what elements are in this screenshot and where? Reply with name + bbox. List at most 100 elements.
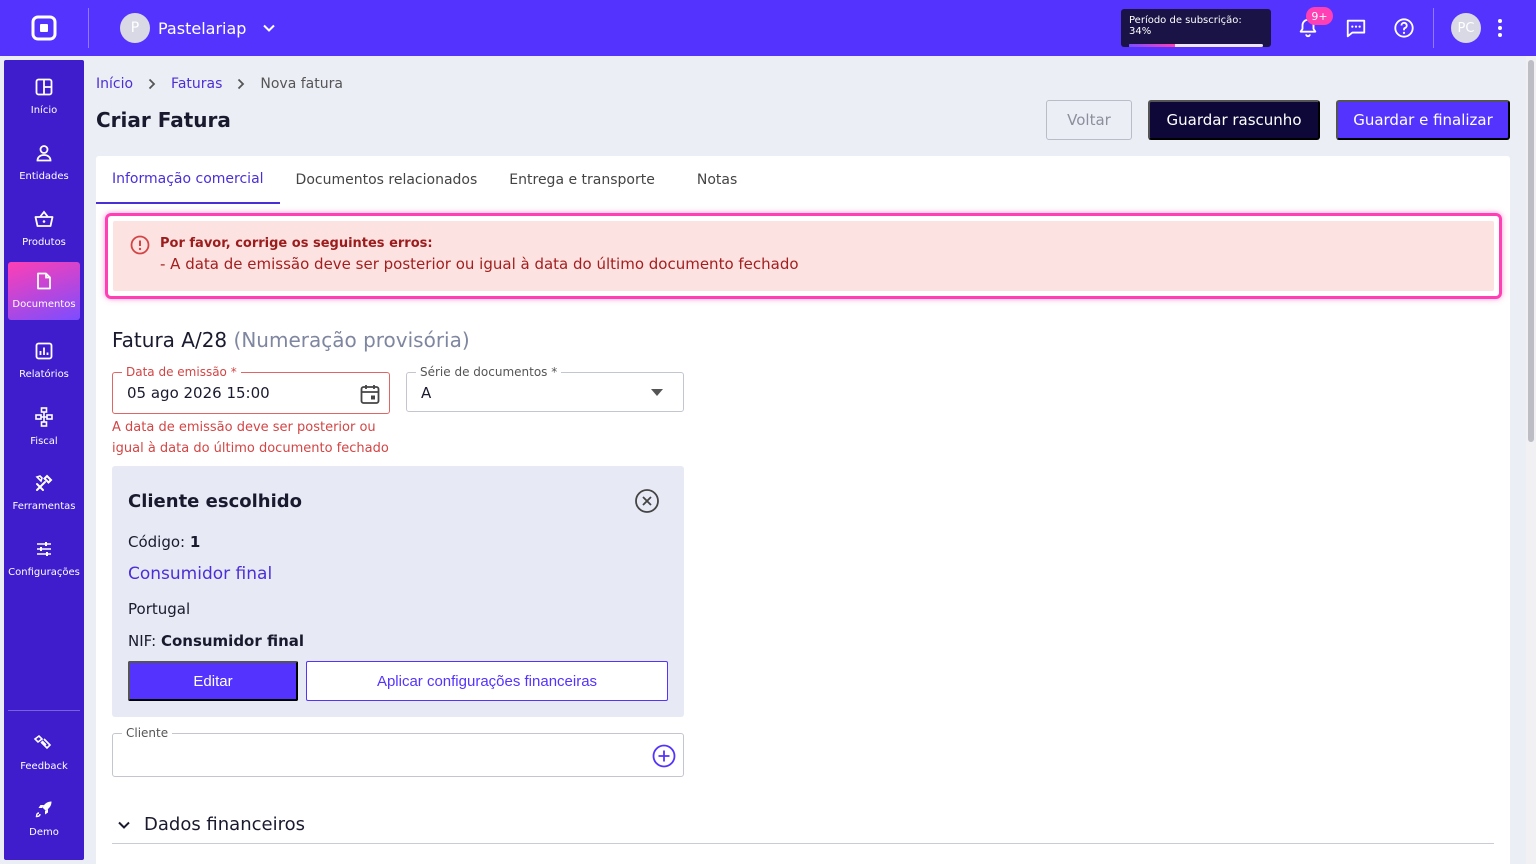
chevron-right-icon bbox=[236, 78, 246, 90]
subscription-period[interactable]: Período de subscrição: 34% bbox=[1121, 9, 1271, 47]
sidebar-item-label: Entidades bbox=[19, 171, 69, 182]
sidebar: Início Entidades Produtos Documentos Rel… bbox=[4, 60, 84, 860]
client-nif: NIF: Consumidor final bbox=[128, 632, 304, 650]
sidebar-divider bbox=[8, 710, 80, 711]
form-tabs: Informação comercial Documentos relacion… bbox=[96, 156, 753, 204]
chevron-right-icon bbox=[147, 78, 157, 90]
save-draft-button[interactable]: Guardar rascunho bbox=[1148, 100, 1320, 140]
client-name-link[interactable]: Consumidor final bbox=[128, 564, 272, 584]
error-alert-highlight: Por favor, corrige os seguintes erros: -… bbox=[105, 213, 1502, 299]
issue-date-error: A data de emissão deve ser posterior ou … bbox=[112, 420, 389, 456]
sidebar-item-relatorios[interactable]: Relatórios bbox=[8, 332, 80, 390]
breadcrumb-current: Nova fatura bbox=[260, 76, 343, 92]
feedback-icon bbox=[33, 734, 55, 755]
basket-icon bbox=[34, 210, 54, 231]
issue-date-value: 05 ago 2026 15:00 bbox=[127, 384, 270, 402]
selected-client-title: Cliente escolhido bbox=[128, 491, 303, 512]
page-scrollbar-thumb[interactable] bbox=[1528, 60, 1534, 442]
add-circle-icon[interactable] bbox=[652, 744, 676, 768]
client-field-label: Cliente bbox=[122, 726, 173, 740]
help-icon[interactable] bbox=[1390, 14, 1418, 42]
topbar-divider bbox=[88, 8, 89, 48]
sidebar-item-demo[interactable]: Demo bbox=[8, 790, 80, 848]
sidebar-item-label: Configurações bbox=[8, 567, 80, 578]
client-search-input[interactable]: Cliente bbox=[112, 726, 684, 777]
hierarchy-icon bbox=[35, 407, 53, 430]
sidebar-item-entidades[interactable]: Entidades bbox=[8, 134, 80, 192]
save-finalize-button[interactable]: Guardar e finalizar bbox=[1336, 100, 1510, 140]
sidebar-item-label: Relatórios bbox=[19, 369, 69, 380]
company-name: Pastelariap bbox=[158, 18, 247, 38]
apply-financial-settings-button[interactable]: Aplicar configurações financeiras bbox=[306, 661, 668, 701]
breadcrumb: Início Faturas Nova fatura bbox=[96, 76, 343, 92]
sidebar-item-label: Documentos bbox=[12, 299, 76, 310]
chart-icon bbox=[35, 342, 53, 363]
breadcrumb-home-link[interactable]: Início bbox=[96, 76, 133, 92]
sidebar-item-label: Início bbox=[30, 105, 58, 116]
page-title: Criar Fatura bbox=[96, 108, 231, 132]
client-nif-label: NIF: bbox=[128, 632, 157, 650]
sidebar-item-label: Produtos bbox=[22, 237, 66, 248]
client-code-label: Código: bbox=[128, 533, 186, 551]
topbar-divider bbox=[1433, 8, 1434, 48]
financial-data-section[interactable]: Dados financeiros bbox=[112, 806, 1494, 844]
document-series-label: Série de documentos * bbox=[416, 365, 562, 379]
grid-icon bbox=[35, 78, 53, 99]
tab-informacao-comercial[interactable]: Informação comercial bbox=[96, 156, 280, 204]
subscription-label: Período de subscrição: 34% bbox=[1129, 15, 1242, 37]
financial-data-title: Dados financeiros bbox=[144, 814, 305, 835]
notifications-badge: 9+ bbox=[1306, 7, 1333, 25]
tab-notas[interactable]: Notas bbox=[671, 156, 753, 204]
error-alert-message: - A data de emissão deve ser posterior o… bbox=[160, 255, 799, 273]
edit-client-button[interactable]: Editar bbox=[128, 661, 298, 701]
tab-entrega-transporte[interactable]: Entrega e transporte bbox=[493, 156, 671, 204]
sidebar-item-label: Fiscal bbox=[30, 436, 58, 447]
person-icon bbox=[35, 144, 53, 165]
app-logo-icon[interactable] bbox=[30, 14, 58, 42]
client-code-value: 1 bbox=[189, 533, 201, 551]
chevron-down-icon bbox=[116, 817, 132, 833]
company-avatar: P bbox=[120, 13, 150, 43]
breadcrumb-faturas-link[interactable]: Faturas bbox=[171, 76, 222, 92]
sliders-icon bbox=[35, 540, 53, 561]
company-selector[interactable]: P Pastelariap bbox=[120, 13, 276, 43]
top-bar: P Pastelariap Período de subscrição: 34%… bbox=[0, 0, 1536, 56]
more-vertical-icon[interactable] bbox=[1486, 14, 1514, 42]
chat-icon[interactable] bbox=[1342, 14, 1370, 42]
document-series-value: A bbox=[421, 384, 432, 402]
error-alert: Por favor, corrige os seguintes erros: -… bbox=[113, 221, 1494, 291]
document-provisional-note: (Numeração provisória) bbox=[233, 328, 470, 352]
tab-documentos-relacionados[interactable]: Documentos relacionados bbox=[280, 156, 494, 204]
close-circle-icon[interactable] bbox=[634, 488, 660, 514]
sidebar-item-configuracoes[interactable]: Configurações bbox=[8, 530, 80, 588]
client-nif-value: Consumidor final bbox=[160, 632, 305, 650]
selected-client-panel: Cliente escolhido Código: 1 Consumidor f… bbox=[112, 466, 684, 717]
sidebar-item-inicio[interactable]: Início bbox=[8, 68, 80, 126]
document-number: Fatura A/28 bbox=[112, 328, 228, 352]
calendar-icon[interactable] bbox=[359, 383, 381, 405]
back-button[interactable]: Voltar bbox=[1046, 100, 1132, 140]
sidebar-item-feedback[interactable]: Feedback bbox=[8, 724, 80, 782]
sidebar-item-label: Ferramentas bbox=[12, 501, 76, 512]
sidebar-item-documentos[interactable]: Documentos bbox=[8, 262, 80, 320]
sidebar-item-fiscal[interactable]: Fiscal bbox=[8, 398, 80, 456]
document-title: Fatura A/28 (Numeração provisória) bbox=[112, 328, 470, 352]
sidebar-item-label: Feedback bbox=[20, 761, 68, 772]
dropdown-arrow-icon bbox=[651, 389, 663, 396]
subscription-progress-fill bbox=[1129, 44, 1175, 47]
document-series-select[interactable]: Série de documentos * A bbox=[406, 365, 684, 412]
issue-date-label: Data de emissão * bbox=[122, 365, 241, 379]
sidebar-item-label: Demo bbox=[29, 827, 59, 838]
error-icon bbox=[130, 235, 150, 255]
document-icon bbox=[36, 272, 52, 293]
error-alert-title: Por favor, corrige os seguintes erros: bbox=[160, 236, 433, 251]
issue-date-field[interactable]: Data de emissão * 05 ago 2026 15:00 bbox=[112, 365, 390, 414]
sidebar-item-ferramentas[interactable]: Ferramentas bbox=[8, 464, 80, 522]
invoice-form-card: Informação comercial Documentos relacion… bbox=[96, 156, 1510, 864]
sidebar-item-produtos[interactable]: Produtos bbox=[8, 200, 80, 258]
subscription-progress-bar bbox=[1129, 44, 1263, 47]
chevron-down-icon bbox=[262, 21, 276, 35]
user-avatar[interactable]: PC bbox=[1451, 13, 1481, 43]
client-country: Portugal bbox=[128, 600, 191, 618]
tools-icon bbox=[35, 474, 53, 495]
